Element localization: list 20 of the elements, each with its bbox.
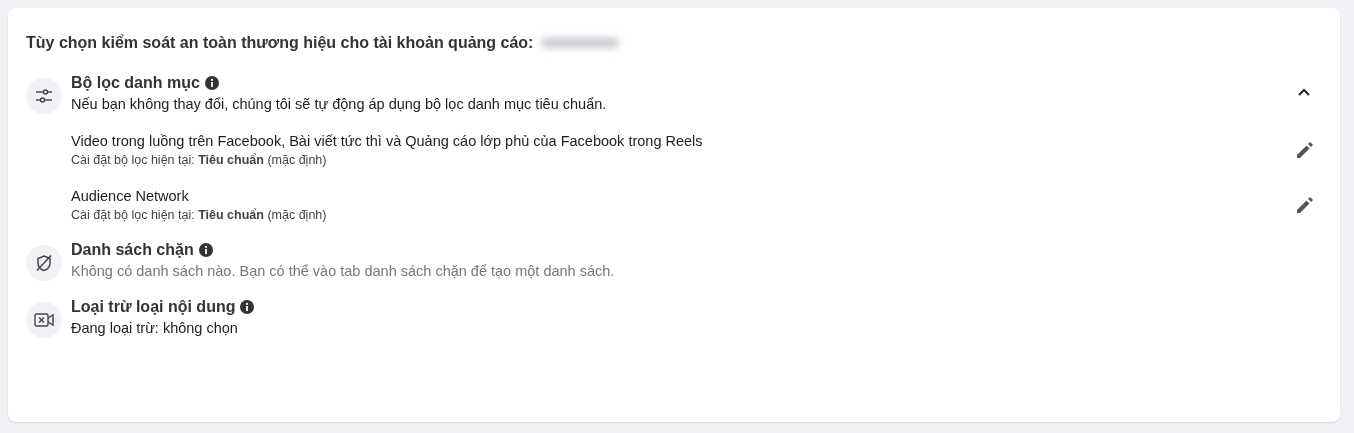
edit-icon[interactable] [1296,196,1314,214]
info-icon[interactable] [204,76,219,90]
edit-icon[interactable] [1296,141,1314,159]
section-description: Nếu bạn không thay đổi, chúng tôi sẽ tự động áp dụng bộ lọc danh mục tiêu chuẩn. [71,95,608,114]
video-x-icon [34,312,54,328]
section-title: Bộ lọc danh mục [71,73,200,93]
info-icon[interactable] [240,300,255,314]
sliders-icon [35,88,53,104]
placement-title: Audience Network [71,187,190,206]
card-heading: Tùy chọn kiểm soát an toàn thương hiệu cho tài khoản quảng cáo: [26,34,534,52]
section-description: Đang loại trừ: không chọn [71,319,239,338]
blocked-icon [35,254,53,272]
section-title: Loại trừ loại nội dung [71,297,236,317]
info-icon[interactable] [198,243,213,257]
filter-setting: Cài đặt bộ lọc hiện tại: Tiêu chuẩn (mặc định) [71,152,328,169]
section-description: Không có danh sách nào. Bạn có thể vào tab danh sách chặn để tạo một danh sách. [71,262,616,281]
filter-setting: Cài đặt bộ lọc hiện tại: Tiêu chuẩn (mặc định) [71,207,328,224]
section-title: Danh sách chặn [71,240,194,260]
chevron-icon[interactable] [1298,88,1310,96]
placement-title: Video trong luồng trên Facebook, Bài viết tức thì và Quảng cáo lớp phủ của Facebook trong Reels [71,132,704,151]
